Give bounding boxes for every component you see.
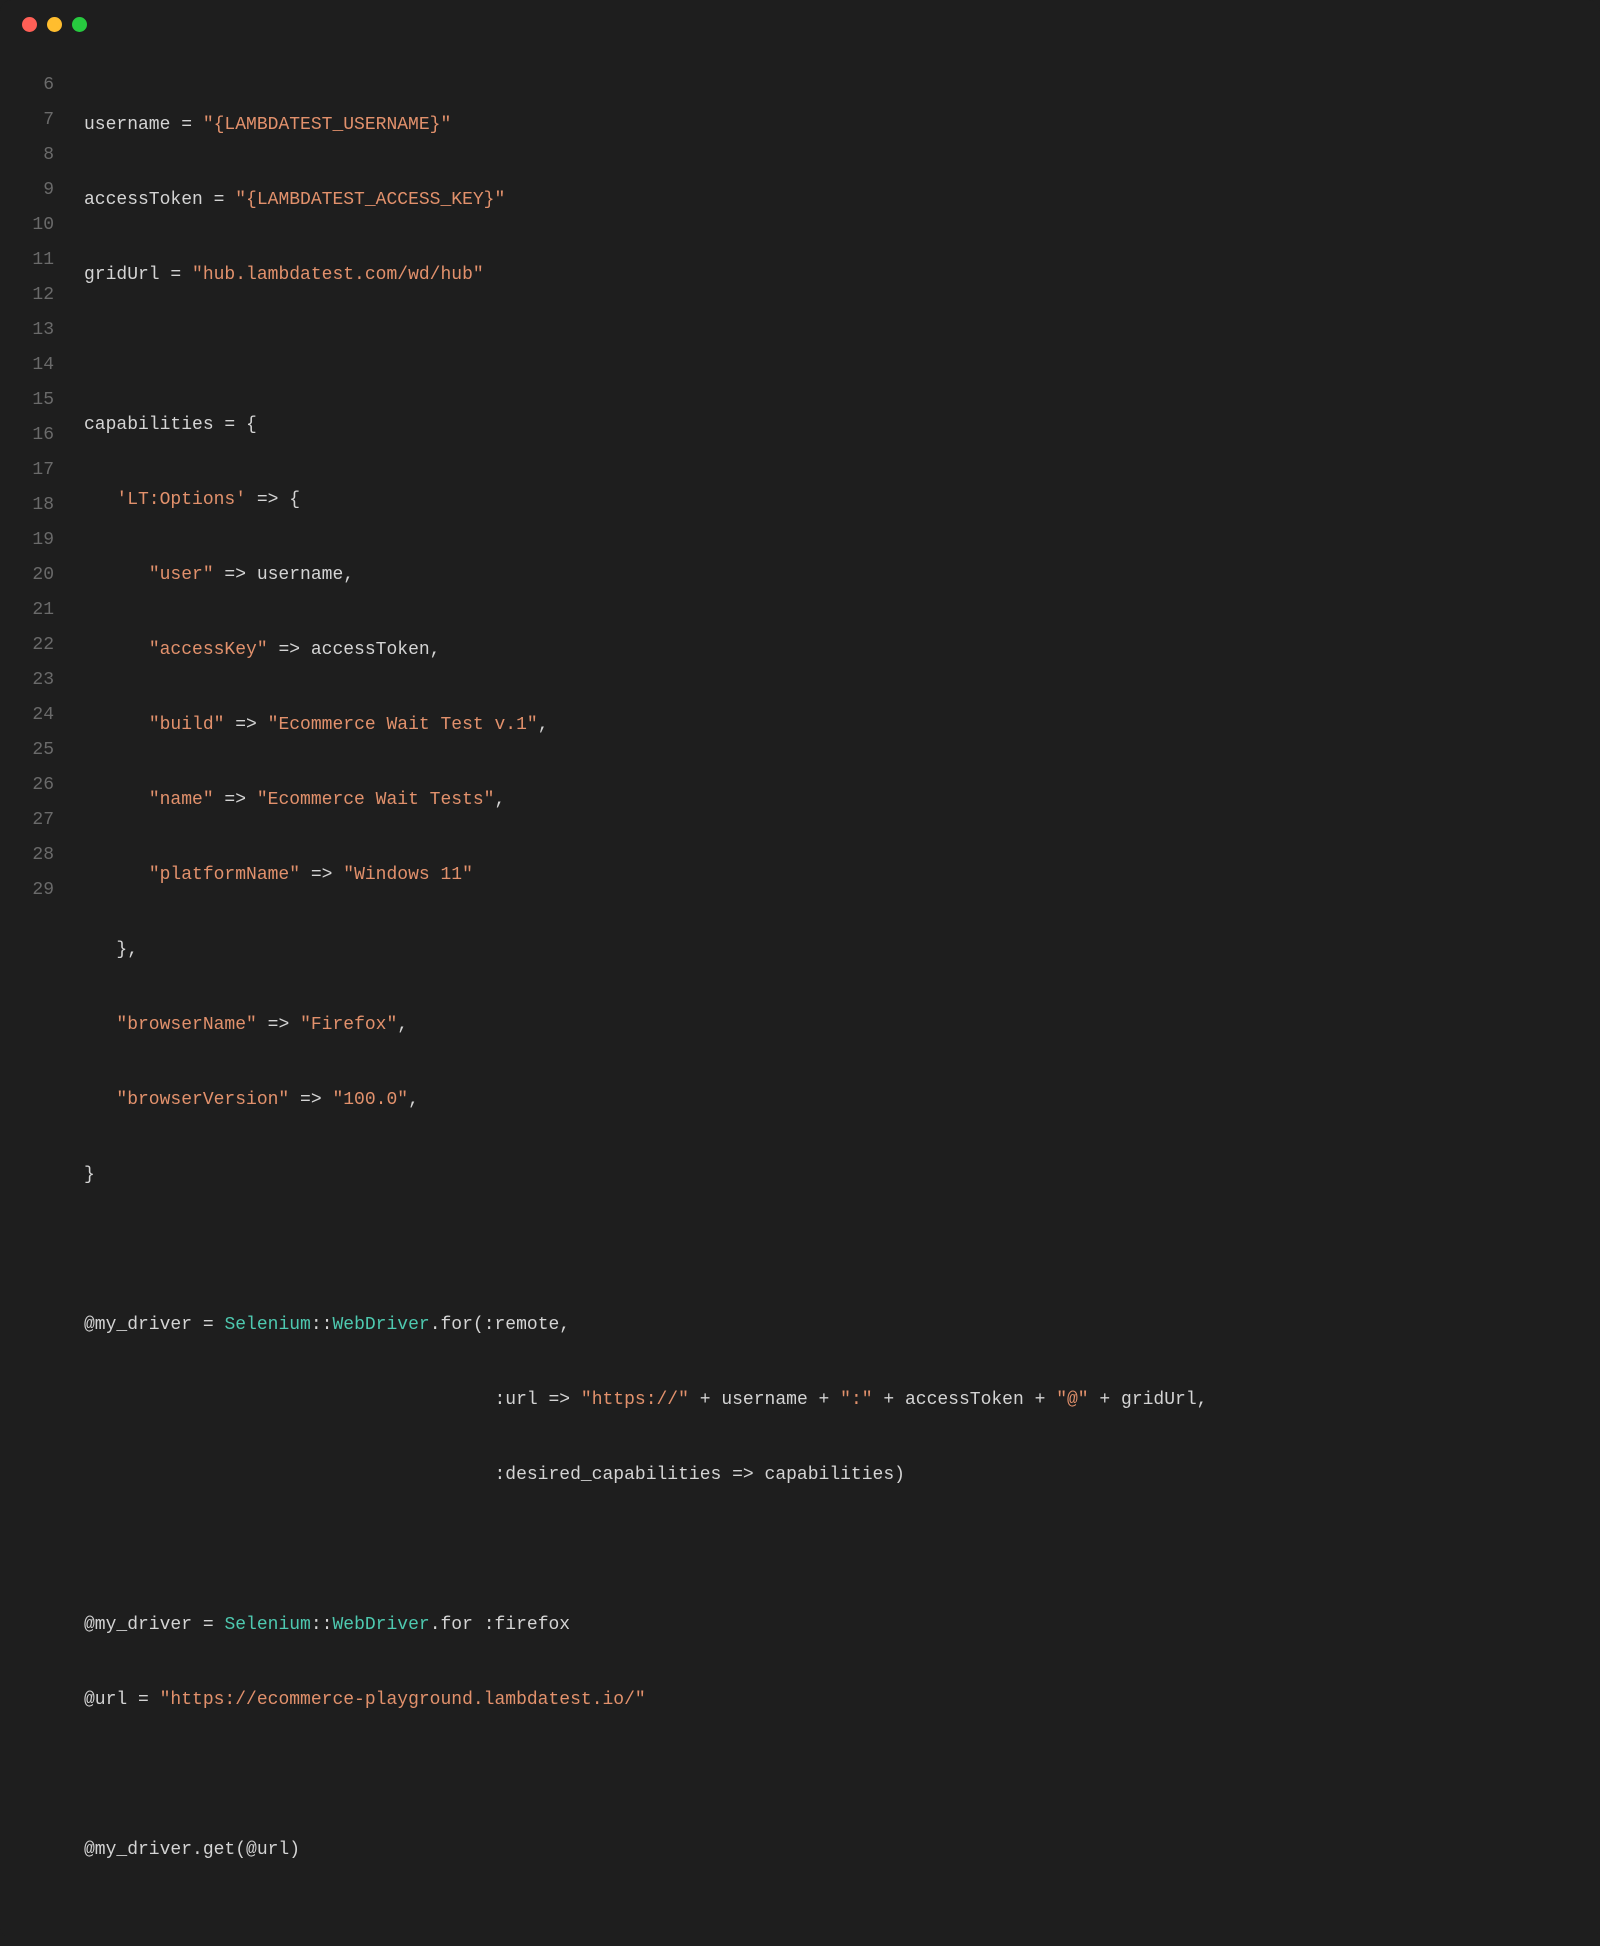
code-editor[interactable]: 6 7 8 9 10 11 12 13 14 15 16 17 18 19 20… xyxy=(0,48,1600,1938)
code-line: "browserName" => "Firefox", xyxy=(84,1008,1600,1043)
line-number: 29 xyxy=(0,873,54,908)
line-number: 9 xyxy=(0,173,54,208)
line-number: 17 xyxy=(0,453,54,488)
line-number-gutter: 6 7 8 9 10 11 12 13 14 15 16 17 18 19 20… xyxy=(0,68,60,1908)
code-line: @my_driver = Selenium::WebDriver.for :fi… xyxy=(84,1608,1600,1643)
code-content[interactable]: username = "{LAMBDATEST_USERNAME}" acces… xyxy=(60,68,1600,1908)
code-line: } xyxy=(84,1158,1600,1193)
maximize-icon[interactable] xyxy=(72,17,87,32)
line-number: 24 xyxy=(0,698,54,733)
minimize-icon[interactable] xyxy=(47,17,62,32)
line-number: 23 xyxy=(0,663,54,698)
line-number: 22 xyxy=(0,628,54,663)
code-line: :desired_capabilities => capabilities) xyxy=(84,1458,1600,1493)
code-line: @url = "https://ecommerce-playground.lam… xyxy=(84,1683,1600,1718)
code-line: "accessKey" => accessToken, xyxy=(84,633,1600,668)
line-number: 7 xyxy=(0,103,54,138)
line-number: 6 xyxy=(0,68,54,103)
code-line: "name" => "Ecommerce Wait Tests", xyxy=(84,783,1600,818)
code-line: @my_driver.get(@url) xyxy=(84,1833,1600,1868)
code-line: 'LT:Options' => { xyxy=(84,483,1600,518)
line-number: 26 xyxy=(0,768,54,803)
line-number: 20 xyxy=(0,558,54,593)
code-line xyxy=(84,1758,1600,1793)
line-number: 25 xyxy=(0,733,54,768)
line-number: 11 xyxy=(0,243,54,278)
code-line xyxy=(84,1533,1600,1568)
titlebar xyxy=(0,0,1600,48)
line-number: 18 xyxy=(0,488,54,523)
line-number: 15 xyxy=(0,383,54,418)
line-number: 27 xyxy=(0,803,54,838)
line-number: 12 xyxy=(0,278,54,313)
line-number: 10 xyxy=(0,208,54,243)
close-icon[interactable] xyxy=(22,17,37,32)
code-line xyxy=(84,333,1600,368)
line-number: 21 xyxy=(0,593,54,628)
code-line: "build" => "Ecommerce Wait Test v.1", xyxy=(84,708,1600,743)
code-line xyxy=(84,1233,1600,1268)
line-number: 16 xyxy=(0,418,54,453)
code-line: gridUrl = "hub.lambdatest.com/wd/hub" xyxy=(84,258,1600,293)
code-line: }, xyxy=(84,933,1600,968)
code-line: "platformName" => "Windows 11" xyxy=(84,858,1600,893)
code-line: :url => "https://" + username + ":" + ac… xyxy=(84,1383,1600,1418)
line-number: 14 xyxy=(0,348,54,383)
line-number: 13 xyxy=(0,313,54,348)
code-line: username = "{LAMBDATEST_USERNAME}" xyxy=(84,108,1600,143)
line-number: 19 xyxy=(0,523,54,558)
line-number: 8 xyxy=(0,138,54,173)
code-line: accessToken = "{LAMBDATEST_ACCESS_KEY}" xyxy=(84,183,1600,218)
code-line: @my_driver = Selenium::WebDriver.for(:re… xyxy=(84,1308,1600,1343)
code-line: "user" => username, xyxy=(84,558,1600,593)
editor-window: 6 7 8 9 10 11 12 13 14 15 16 17 18 19 20… xyxy=(0,0,1600,1938)
code-line: "browserVersion" => "100.0", xyxy=(84,1083,1600,1118)
code-line: capabilities = { xyxy=(84,408,1600,443)
line-number: 28 xyxy=(0,838,54,873)
